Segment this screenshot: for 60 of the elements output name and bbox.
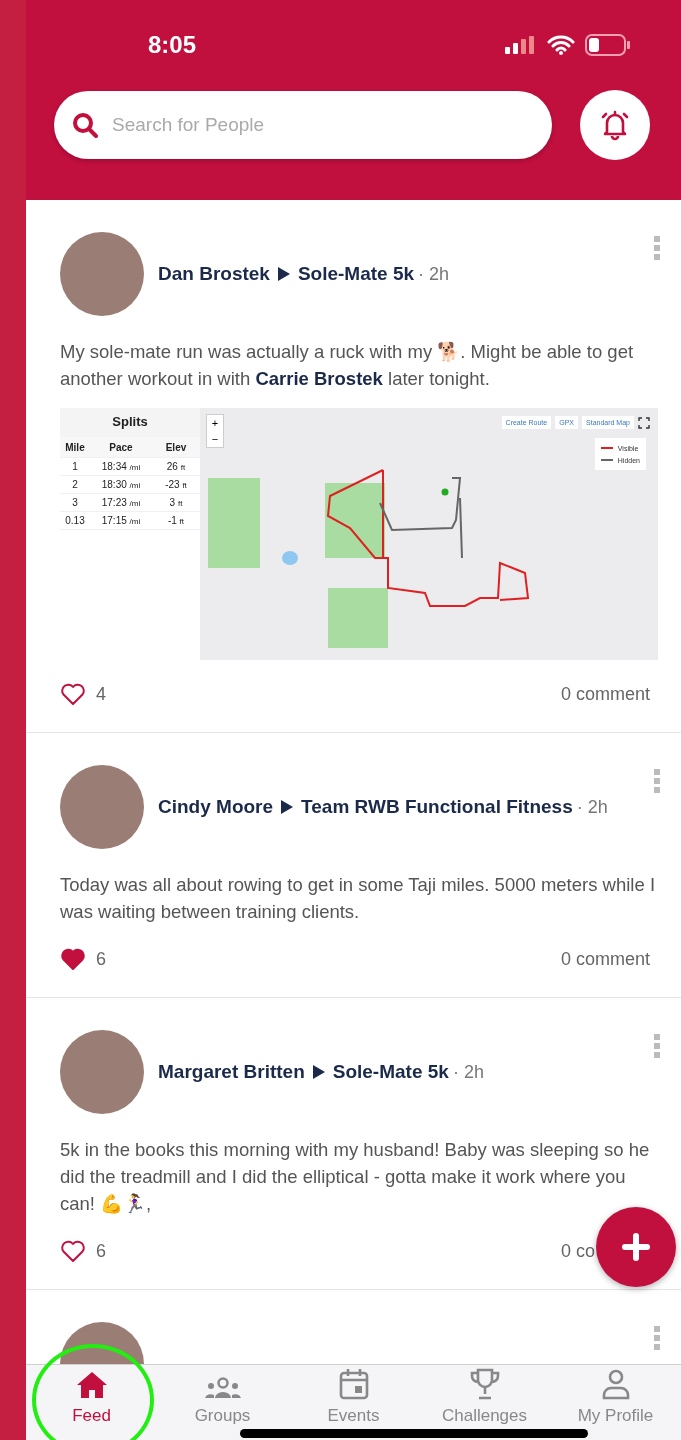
- add-button[interactable]: [596, 1207, 676, 1287]
- signal-icon: [505, 36, 537, 54]
- battery-icon: [585, 34, 631, 56]
- tab-item[interactable]: Events: [288, 1365, 419, 1440]
- table-cell-text: 18:30 /mi: [100, 479, 142, 490]
- post-time: · 2h: [576, 796, 608, 818]
- group-name[interactable]: Sole-Mate 5k: [332, 1061, 449, 1083]
- heart-icon[interactable]: [60, 1239, 86, 1263]
- arrow-icon: [312, 1065, 325, 1079]
- column-header: Mile: [64, 441, 86, 453]
- wifi-icon: [547, 35, 575, 55]
- table-cell-text: 2: [71, 479, 79, 490]
- table-cell-text: 1: [71, 461, 79, 472]
- comment-count[interactable]: 0 comment: [561, 683, 651, 704]
- author-name[interactable]: Cindy Moore: [158, 796, 274, 818]
- post-text: Today was all about rowing to get in some Taji miles. 5000 meters while I was waiting between training clients.: [60, 873, 657, 924]
- comment-count[interactable]: 0 comment: [561, 948, 651, 969]
- arrow-icon: [281, 800, 294, 814]
- table-cell-text: 3 ft: [168, 497, 184, 508]
- arrow-icon: [277, 267, 290, 281]
- heart-icon[interactable]: [60, 682, 86, 706]
- tab-item[interactable]: Challenges: [419, 1365, 550, 1440]
- column-header: Pace: [108, 441, 134, 453]
- like-count: 4: [96, 683, 106, 705]
- group-name[interactable]: Sole-Mate 5k: [297, 263, 415, 285]
- table-cell-text: 17:15 /mi: [100, 515, 142, 526]
- fullscreen-icon[interactable]: [638, 416, 650, 429]
- post-text: My sole-mate run was actually a ruck with my 🐕. Might be able to get another workout in with Carrie Brostek later tonight.: [60, 340, 635, 391]
- table-cell-text: 0.13: [64, 515, 86, 526]
- tab-item[interactable]: My Profile: [550, 1365, 681, 1440]
- table-cell-text: 26 ft: [165, 461, 187, 472]
- table-cell-text: 3: [71, 497, 79, 508]
- status-time: 8:05: [148, 31, 197, 59]
- tab-item[interactable]: Feed: [26, 1365, 157, 1440]
- post-time: · 2h: [418, 263, 450, 285]
- trophy-icon: [469, 1368, 500, 1400]
- plus-icon: [622, 1233, 650, 1261]
- table-cell-text: 17:23 /mi: [100, 497, 142, 508]
- tab-item[interactable]: Groups: [157, 1365, 288, 1440]
- heart-icon[interactable]: [60, 947, 86, 971]
- author-name[interactable]: Margaret Britten: [158, 1061, 305, 1083]
- calendar-icon: [338, 1368, 369, 1400]
- splits-title: Splits: [60, 408, 200, 437]
- search-field[interactable]: Search for People: [54, 91, 552, 159]
- post-text: 5k in the books this morning with my husband! Baby was sleeping so he did the treadmill and I did the elliptical - gotta make it work where you can! 💪🏃‍♀,: [60, 1138, 651, 1216]
- like-count: 6: [96, 948, 106, 970]
- like-count: 6: [96, 1240, 106, 1262]
- column-header: Elev: [164, 441, 188, 453]
- author-name[interactable]: Dan Brostek: [158, 263, 270, 285]
- search-icon: [72, 112, 98, 138]
- people-icon: [203, 1376, 242, 1400]
- table-cell-text: -23 ft: [164, 479, 188, 490]
- comment-count[interactable]: 0 co: [561, 1240, 596, 1261]
- group-name[interactable]: Team RWB Functional Fitness: [301, 796, 573, 818]
- person-icon: [601, 1368, 630, 1400]
- house-icon: [75, 1370, 108, 1400]
- table-cell-text: -1 ft: [166, 515, 186, 526]
- table-cell-text: 18:34 /mi: [100, 461, 142, 472]
- post-time: · 2h: [452, 1061, 484, 1083]
- search-input[interactable]: Search for People: [110, 113, 534, 137]
